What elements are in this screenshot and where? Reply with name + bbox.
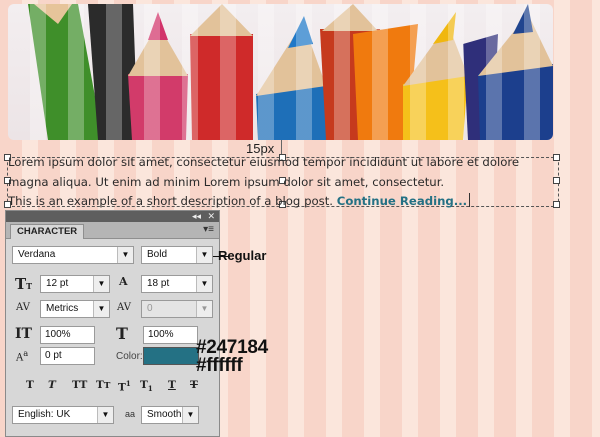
character-panel: ◂◂ ✕ CHARACTER ▾≡ Verdana ▼ Bold ▼ TT 12…	[5, 210, 220, 437]
type-style-buttons: T T TT TT T1 T1 T T	[14, 379, 214, 395]
kerning-select[interactable]: Metrics ▼	[40, 300, 110, 318]
tracking-icon: AV	[117, 302, 131, 313]
stripe-overlay	[8, 4, 553, 140]
pencils-hero-image	[8, 4, 553, 140]
language-value: English: UK	[18, 409, 71, 420]
panel-title-bar[interactable]: ◂◂ ✕	[6, 211, 219, 222]
font-style-select[interactable]: Bold ▼	[141, 246, 213, 264]
secondary-color-annotation: #ffffff	[196, 355, 243, 376]
horizontal-scale-icon: T	[116, 324, 128, 343]
chevron-down-icon: ▼	[117, 247, 133, 263]
all-caps-icon[interactable]: TT	[72, 379, 87, 391]
font-size-select[interactable]: 12 pt ▼	[40, 275, 110, 293]
text-color-swatch[interactable]	[143, 347, 199, 365]
regular-annotation: Regular	[218, 248, 267, 263]
font-style-value: Bold	[147, 249, 168, 260]
antialias-value: Smooth	[147, 409, 182, 420]
strikethrough-icon[interactable]: T	[190, 379, 198, 391]
font-size-value: 12 pt	[46, 278, 69, 289]
chevron-down-icon: ▼	[93, 276, 109, 292]
baseline-shift-input[interactable]: 0 pt	[40, 347, 95, 365]
kerning-value: Metrics	[46, 303, 79, 314]
panel-menu-icon[interactable]: ▾≡	[203, 224, 214, 235]
antialias-select[interactable]: Smooth ▼	[141, 406, 199, 424]
font-size-icon: TT	[15, 275, 33, 293]
faux-italic-icon[interactable]: T	[48, 379, 56, 391]
vertical-scale-input[interactable]: 100%	[40, 326, 95, 344]
horizontal-scale-input[interactable]: 100%	[143, 326, 198, 344]
chevron-down-icon: ▼	[196, 247, 212, 263]
font-family-value: Verdana	[18, 249, 56, 260]
collapse-icon[interactable]: ◂◂	[192, 211, 201, 222]
excerpt-line-3: This is an example of a short descriptio…	[8, 192, 568, 212]
tracking-select[interactable]: 0 ▼	[141, 300, 213, 318]
tracking-value: 0	[147, 303, 153, 314]
excerpt-line-3-text: This is an example of a short descriptio…	[8, 194, 334, 208]
color-label: Color:	[116, 351, 143, 362]
small-caps-icon[interactable]: TT	[96, 379, 110, 391]
superscript-icon[interactable]: T1	[118, 379, 131, 394]
blog-excerpt-text[interactable]: Lorem ipsum dolor sit amet, consectetur …	[8, 153, 568, 212]
text-cursor	[469, 193, 471, 207]
excerpt-line-1: Lorem ipsum dolor sit amet, consectetur …	[8, 155, 520, 169]
vertical-scale-icon: IT	[15, 326, 32, 342]
excerpt-line-2: magna aliqua. Ut enim ad minim Lorem ips…	[8, 174, 445, 189]
font-family-select[interactable]: Verdana ▼	[12, 246, 134, 264]
antialias-icon: aa	[125, 409, 136, 419]
continue-reading-link[interactable]: Continue Reading...	[337, 194, 467, 208]
close-icon[interactable]: ✕	[207, 211, 215, 222]
leading-select[interactable]: 18 pt ▼	[141, 275, 213, 293]
chevron-down-icon: ▼	[93, 301, 109, 317]
chevron-down-icon: ▼	[196, 276, 212, 292]
chevron-down-icon: ▼	[97, 407, 113, 423]
leading-icon: A	[119, 275, 128, 288]
baseline-shift-icon: Aa	[16, 348, 29, 364]
language-select[interactable]: English: UK ▼	[12, 406, 114, 424]
panel-tab-row: CHARACTER ▾≡	[6, 222, 219, 239]
leading-value: 18 pt	[147, 278, 170, 289]
chevron-down-icon: ▼	[182, 407, 198, 423]
faux-bold-icon[interactable]: T	[26, 379, 34, 391]
subscript-icon[interactable]: T1	[140, 379, 153, 393]
chevron-down-icon: ▼	[196, 301, 212, 317]
kerning-icon: AV	[16, 302, 30, 313]
tab-character[interactable]: CHARACTER	[10, 224, 85, 239]
underline-icon[interactable]: T	[168, 379, 176, 391]
